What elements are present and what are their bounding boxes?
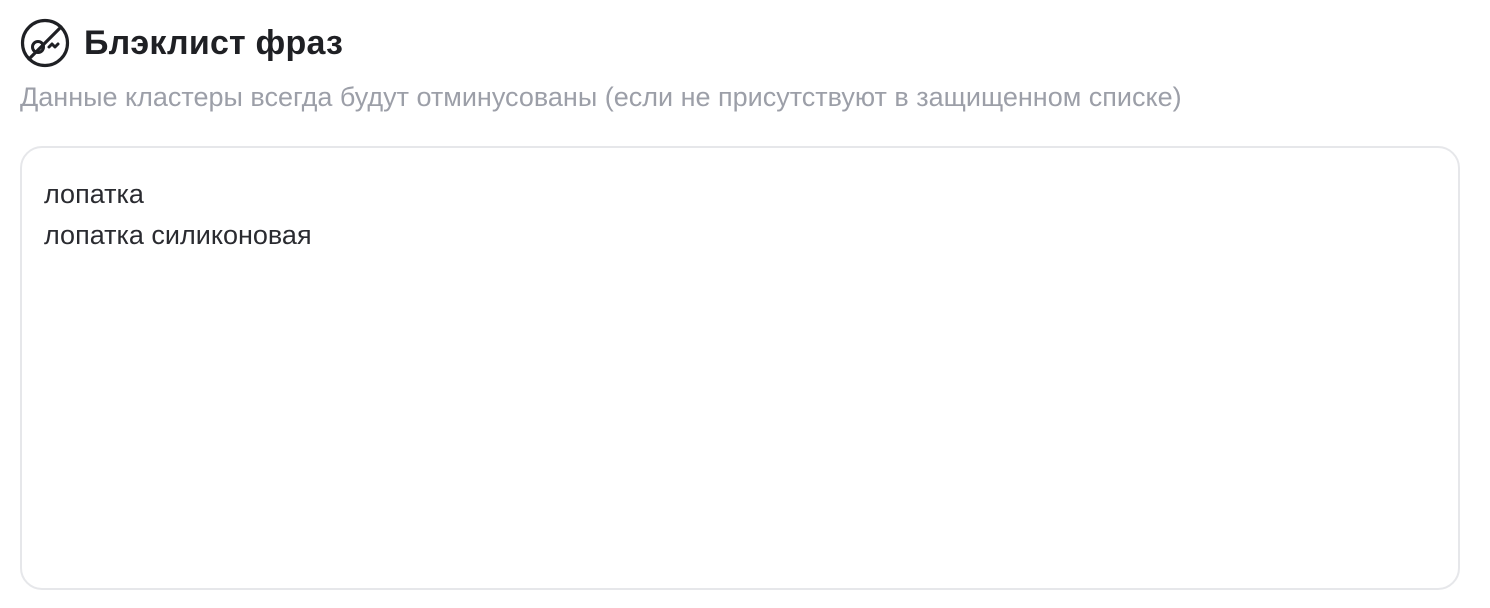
- blacklist-icon: [20, 18, 70, 68]
- section-subtitle: Данные кластеры всегда будут отминусован…: [20, 82, 1182, 112]
- blacklist-phrases-box: [20, 146, 1460, 590]
- section-title: Блэклист фраз: [84, 24, 344, 62]
- blacklist-phrases-input[interactable]: [44, 174, 1436, 566]
- section-header: Блэклист фраз: [20, 18, 343, 68]
